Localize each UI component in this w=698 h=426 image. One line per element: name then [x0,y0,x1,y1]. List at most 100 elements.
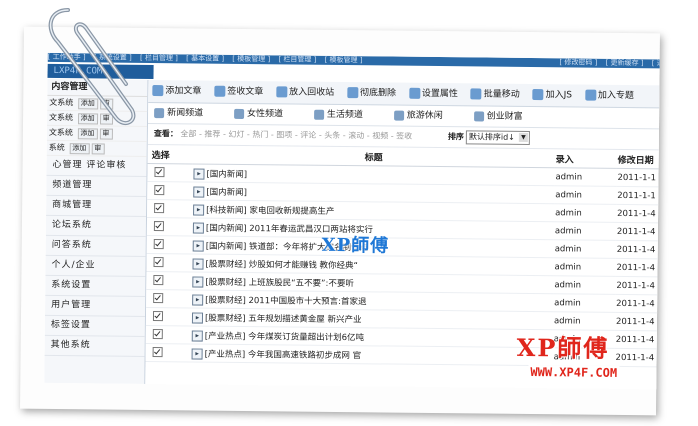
row-checkbox[interactable] [153,275,164,286]
watermark-url: WWW.XP4F.COM [528,364,620,380]
channel-business[interactable]: 创业财富 [473,106,523,127]
row-title[interactable]: [科技新闻] 家电回收新规提高生产 [206,205,334,216]
row-title[interactable]: [产业热点] 今年我国高速铁路初步成网 官 [205,349,362,361]
add-button[interactable]: 添加 [69,143,90,155]
add-topic-button[interactable]: 加入专题 [584,85,634,108]
channel-label: 旅游休闲 [406,110,443,122]
sidebar-item-comment[interactable]: 心管理 评论审核 [46,155,147,177]
js-icon [532,89,544,101]
sidebar-item-users[interactable]: 用户管理 [44,295,146,317]
sidebar-item-other[interactable]: 其他系统 [44,335,145,357]
row-author: admin [554,167,617,187]
row-checkbox[interactable] [153,257,164,268]
row-checkbox[interactable] [153,221,164,232]
top-nav-item[interactable]: [ 模板管理 ] [232,55,270,63]
top-nav-item[interactable]: [ 栏目管理 ] [278,55,316,63]
channel-label: 女性频道 [246,109,284,120]
row-title[interactable]: [股票财经] 五年规划描述黄金屋 新兴产业 [205,313,362,325]
filter-options[interactable]: 全部 - 推荐 - 幻灯 - 热门 - 图项 - 评论 - 头条 - 滚动 - … [180,129,412,140]
row-checkbox[interactable] [154,167,165,178]
update-cache-link[interactable]: [ 更新缓存 ] [606,59,644,67]
row-author: admin [554,185,617,205]
recycle-button[interactable]: 放入回收站 [276,81,334,104]
watermark-red: XP師傅 [516,332,610,363]
sidebar-item-tags[interactable]: 标签设置 [44,315,145,337]
row-date: 2011-1-1 [616,168,660,188]
sidebar-item-channel[interactable]: 频道管理 [46,175,147,197]
folder-icon [473,110,484,121]
review-button[interactable]: 审 [99,128,113,140]
row-checkbox[interactable] [153,239,164,250]
toolbar-label: 放入回收站 [289,87,335,98]
row-date: 2011-1-4 [616,204,660,224]
row-select-cell [146,235,192,254]
top-nav-item[interactable]: [ 栏目管理 ] [140,54,178,62]
review-button[interactable]: 审 [91,143,105,155]
folder-icon [313,109,324,120]
row-author: admin [553,221,617,241]
row-title[interactable]: [国内新闻] [206,169,247,179]
row-checkbox[interactable] [152,329,163,340]
set-attributes-button[interactable]: 设置属性 [408,83,458,106]
toolbar-label: 设置属性 [421,88,458,100]
watermark-blue: XP師傅 [321,234,390,257]
row-date: 2011-1-4 [615,258,660,278]
sidebar-item-personal[interactable]: 个人/企业 [45,255,146,277]
channel-women[interactable]: 女性频道 [233,104,284,125]
filter-label: 查看： [153,129,178,139]
row-date: 2011-1-4 [615,240,660,260]
arrow-right-icon: ▸ [191,311,204,324]
delete-button[interactable]: 彻底删除 [346,82,396,105]
toolbar-label: 签收文章 [227,86,264,98]
sidebar-item-qa[interactable]: 问答系统 [45,235,146,257]
logout-link[interactable]: [ 退出 ] [652,59,660,67]
col-select: 选择 [147,144,193,164]
change-password-link[interactable]: [ 修改密码 ] [559,58,597,66]
row-checkbox[interactable] [154,203,165,214]
row-title[interactable]: [股票财经] 炒股如何才能赚钱 教你经典“ [205,259,358,271]
top-nav-item[interactable]: [ 基本设置 ] [186,54,224,62]
row-title[interactable]: [股票财经] 2011中国股市十大预言:首家退 [205,295,366,307]
row-checkbox[interactable] [152,347,163,358]
arrow-right-icon: ▸ [192,257,204,270]
row-title-cell: ▸ [产业热点] 今年我国高速铁路初步成网 官 [190,343,553,366]
row-title[interactable]: [股票财经] 上班族股民“五不要”:不要听 [205,277,354,289]
row-select-cell [146,217,193,236]
row-select-cell [147,163,193,182]
top-nav-item[interactable]: [ 模板管理 ] [325,56,363,64]
batch-move-button[interactable]: 批量移动 [470,83,520,106]
row-checkbox[interactable] [154,185,165,196]
add-js-button[interactable]: 加入JS [532,84,573,106]
gear-icon [408,87,420,99]
col-date: 修改日期 [616,149,660,170]
row-author: admin [554,203,617,223]
row-checkbox[interactable] [153,293,164,304]
arrow-right-icon: ▸ [191,329,203,342]
row-author: admin [553,239,616,259]
sidebar-item-forum[interactable]: 论坛系统 [45,215,147,237]
add-article-button[interactable]: 添加文章 [152,80,201,103]
row-date: 2011-1-4 [615,294,660,314]
top-nav-right: [ 修改密码 ] [ 更新缓存 ] [ 退出 ] [559,58,660,68]
row-select-cell [145,325,191,344]
sign-article-button[interactable]: 签收文章 [214,81,263,104]
channel-news[interactable]: 新闻频道 [154,103,203,124]
row-title[interactable]: [国内新闻] [206,187,247,197]
row-date: 2011-1-1 [616,186,660,206]
arrow-right-icon: ▸ [192,221,204,234]
row-select-cell [145,343,191,362]
recycle-icon [276,86,288,98]
channel-travel[interactable]: 旅游休闲 [393,106,443,127]
folder-icon [393,110,404,121]
row-date: 2011-1-4 [614,348,660,368]
sidebar-item-system[interactable]: 系统设置 [45,275,146,297]
arrow-right-icon: ▸ [192,293,204,306]
sidebar-item-shop[interactable]: 商城管理 [46,195,147,217]
channel-life[interactable]: 生活频道 [313,105,363,126]
sort-select[interactable]: 默认排序id↓ ▼ [465,130,530,145]
sign-icon [214,85,226,97]
row-title[interactable]: [产业热点] 今年煤炭订货量超出计划6亿吨 [205,331,364,343]
sidebar-sub-label[interactable]: 系统 [49,143,65,152]
row-checkbox[interactable] [152,311,164,322]
sort-label: 排序 [447,132,464,142]
